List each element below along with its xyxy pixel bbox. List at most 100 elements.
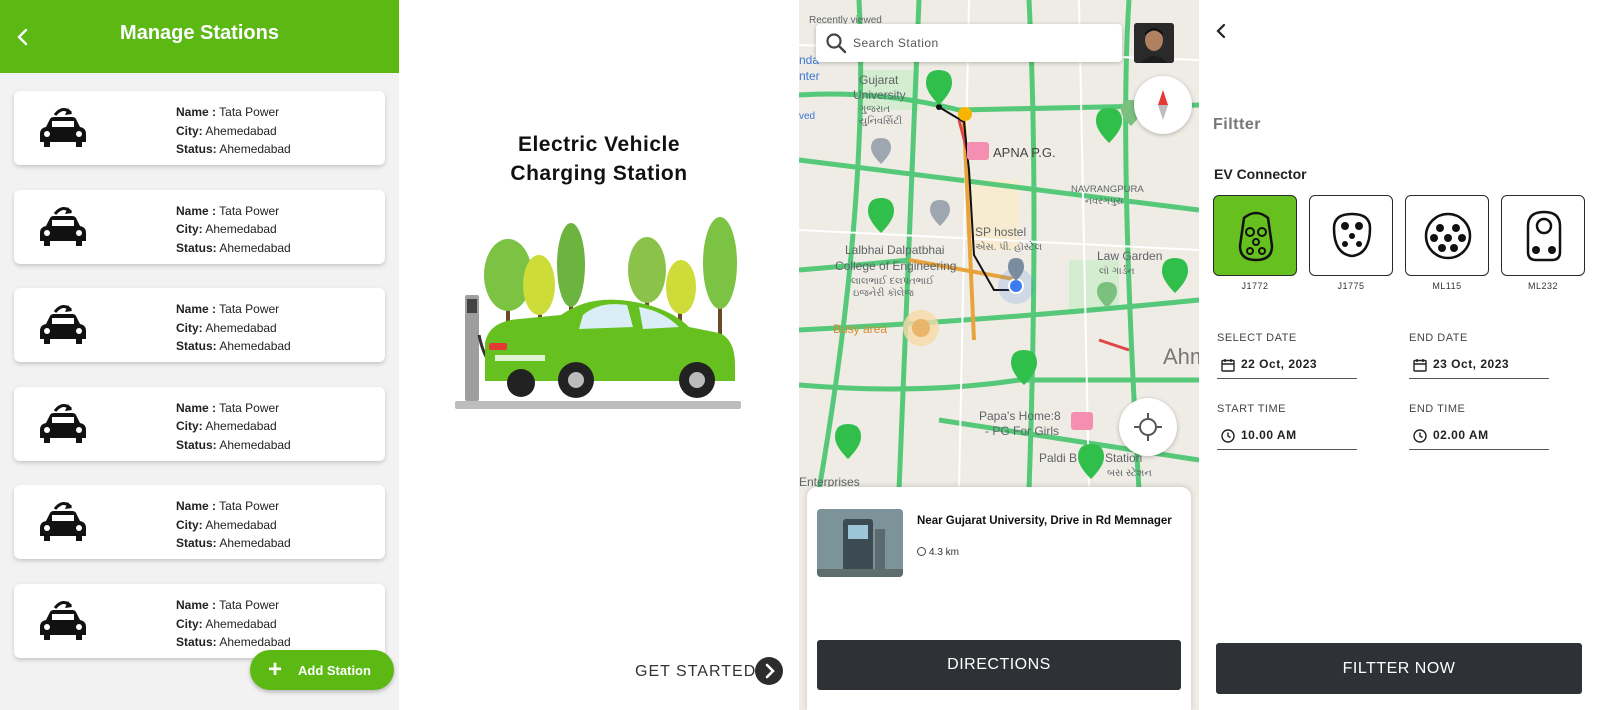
end-date-label: END DATE (1409, 332, 1468, 344)
city-label: City: (176, 123, 203, 138)
status-label: Status: (176, 635, 217, 649)
station-card[interactable]: Name : Tata Power City: Ahemedabad Status:… (14, 584, 385, 658)
station-card[interactable]: Name : Tata Power City: Ahemedabad Status:… (14, 485, 385, 560)
get-started-label[interactable]: GET STARTED (635, 657, 756, 687)
connector-j1772[interactable] (1213, 195, 1297, 276)
station-card[interactable]: Name : Tata Power City: Ahemedabad Status:… (14, 288, 385, 363)
app-bar: Manage Stations (0, 0, 399, 73)
svg-text:University: University (853, 88, 906, 102)
ev-car-charging-icon (38, 401, 88, 445)
station-info: Name : Tata Power City: Ahemedabad Status:… (176, 202, 291, 258)
station-status: Ahemedabad (219, 437, 291, 452)
station-city: Ahemedabad (205, 320, 277, 335)
name-label: Name : (176, 598, 217, 612)
start-time-label: START TIME (1217, 403, 1286, 415)
svg-text:યુનિવર્સિટી: યુનિવર્સિટી (859, 115, 902, 127)
place-distance: 4.3 km (917, 547, 959, 558)
map-screen: Recently viewed Gujarat University ગુજરા… (799, 0, 1199, 710)
station-city: Ahemedabad (205, 419, 277, 434)
svg-text:નવરંગપુરા: નવરંગપુરા (1085, 195, 1124, 207)
select-date-field[interactable]: 22 Oct, 2023 (1217, 355, 1357, 379)
station-info: Name : Tata Power City: Ahemedabad Status:… (176, 103, 291, 159)
station-status: Ahemedabad (219, 339, 291, 354)
station-status: Ahemedabad (219, 635, 291, 649)
station-thumbnail (817, 509, 903, 577)
station-name: Tata Power (219, 598, 280, 612)
status-label: Status: (176, 536, 217, 551)
filter-now-button[interactable]: FILTTER NOW (1216, 643, 1582, 694)
svg-text:Paldi B: Paldi B (1039, 451, 1077, 465)
svg-text:Busy area: Busy area (833, 322, 887, 336)
city-label: City: (176, 222, 203, 237)
name-label: Name : (176, 302, 217, 317)
connector-label: J1775 (1337, 281, 1365, 291)
svg-text:nter: nter (799, 69, 820, 83)
status-label: Status: (176, 339, 217, 354)
station-info: Name : Tata Power City: Ahemedabad Status:… (176, 399, 291, 455)
station-status: Ahemedabad (219, 536, 291, 551)
svg-text:College of Engineering: College of Engineering (835, 259, 956, 273)
select-date-value: 22 Oct, 2023 (1241, 357, 1318, 371)
ev-car-charging-icon (38, 598, 88, 642)
station-city: Ahemedabad (205, 517, 277, 532)
search-bar[interactable] (816, 24, 1122, 62)
ev-car-charging-icon (38, 204, 88, 248)
chevron-right-icon[interactable] (755, 657, 783, 685)
my-location-button[interactable] (1119, 398, 1177, 456)
svg-text:Ahm: Ahm (1163, 344, 1199, 369)
manage-stations-screen: Manage Stations Name : Tata Power City: A… (0, 0, 399, 710)
filter-screen: Filtter EV Connector J1772 J1775 ML115 M… (1199, 0, 1600, 710)
svg-text:SP hostel: SP hostel (975, 225, 1026, 239)
compass-button[interactable] (1134, 76, 1192, 134)
svg-text:ved: ved (799, 111, 815, 122)
back-arrow-icon[interactable] (1209, 18, 1233, 44)
my-location-icon (1134, 413, 1162, 441)
svg-text:Lalbhai Dalpatbhai: Lalbhai Dalpatbhai (845, 243, 944, 257)
clock-icon (1413, 429, 1427, 443)
station-card[interactable]: Name : Tata Power City: Ahemedabad Status:… (14, 91, 385, 165)
add-station-label: Add Station (298, 663, 371, 678)
ml232-connector-icon (1526, 210, 1562, 262)
start-time-value: 10.00 AM (1241, 428, 1297, 442)
end-date-field[interactable]: 23 Oct, 2023 (1409, 355, 1549, 379)
connector-j1775[interactable] (1309, 195, 1393, 276)
end-date-value: 23 Oct, 2023 (1433, 357, 1510, 371)
start-time-field[interactable]: 10.00 AM (1217, 426, 1357, 450)
svg-text:એસ. પી. હૉસ્ટેલ: એસ. પી. હૉસ્ટેલ (975, 240, 1043, 253)
status-label: Status: (176, 437, 217, 452)
avatar[interactable] (1134, 23, 1174, 63)
page-title: Filtter (1213, 116, 1261, 133)
city-label: City: (176, 320, 203, 335)
station-name: Tata Power (219, 203, 280, 218)
svg-text:NAVRANGPURA: NAVRANGPURA (1071, 184, 1144, 195)
directions-button[interactable]: DIRECTIONS (817, 640, 1181, 690)
station-city: Ahemedabad (205, 123, 277, 138)
name-label: Name : (176, 105, 217, 119)
station-name: Tata Power (219, 302, 280, 317)
svg-text:બસ સ્ટેશન: બસ સ્ટેશન (1107, 466, 1152, 479)
station-card[interactable]: Name : Tata Power City: Ahemedabad Status:… (14, 189, 385, 264)
search-icon (826, 33, 847, 54)
connector-label: ML115 (1432, 281, 1462, 291)
station-city: Ahemedabad (205, 222, 277, 237)
end-time-field[interactable]: 02.00 AM (1409, 426, 1549, 450)
search-input[interactable] (853, 33, 1103, 53)
city-label: City: (176, 616, 203, 631)
connector-ml232[interactable] (1501, 195, 1585, 276)
j1775-connector-icon (1332, 212, 1372, 258)
station-info: Name : Tata Power City: Ahemedabad Status:… (176, 596, 291, 652)
onboarding-screen: Electric Vehicle Charging Station GET ST… (399, 0, 799, 710)
j1772-connector-icon (1238, 211, 1274, 262)
station-name: Tata Power (219, 105, 280, 119)
plus-icon: + (268, 656, 283, 683)
ev-car-charging-icon (38, 105, 88, 149)
calendar-icon (1221, 359, 1235, 372)
connector-label: J1772 (1241, 281, 1269, 291)
name-label: Name : (176, 203, 217, 218)
end-time-value: 02.00 AM (1433, 428, 1489, 442)
connector-ml115[interactable] (1405, 195, 1489, 276)
add-station-button[interactable]: + Add Station (250, 650, 394, 690)
station-card[interactable]: Name : Tata Power City: Ahemedabad Status:… (14, 386, 385, 461)
place-name: Near Gujarat University, Drive in Rd Mem… (917, 515, 1172, 527)
compass-icon (1158, 90, 1168, 120)
